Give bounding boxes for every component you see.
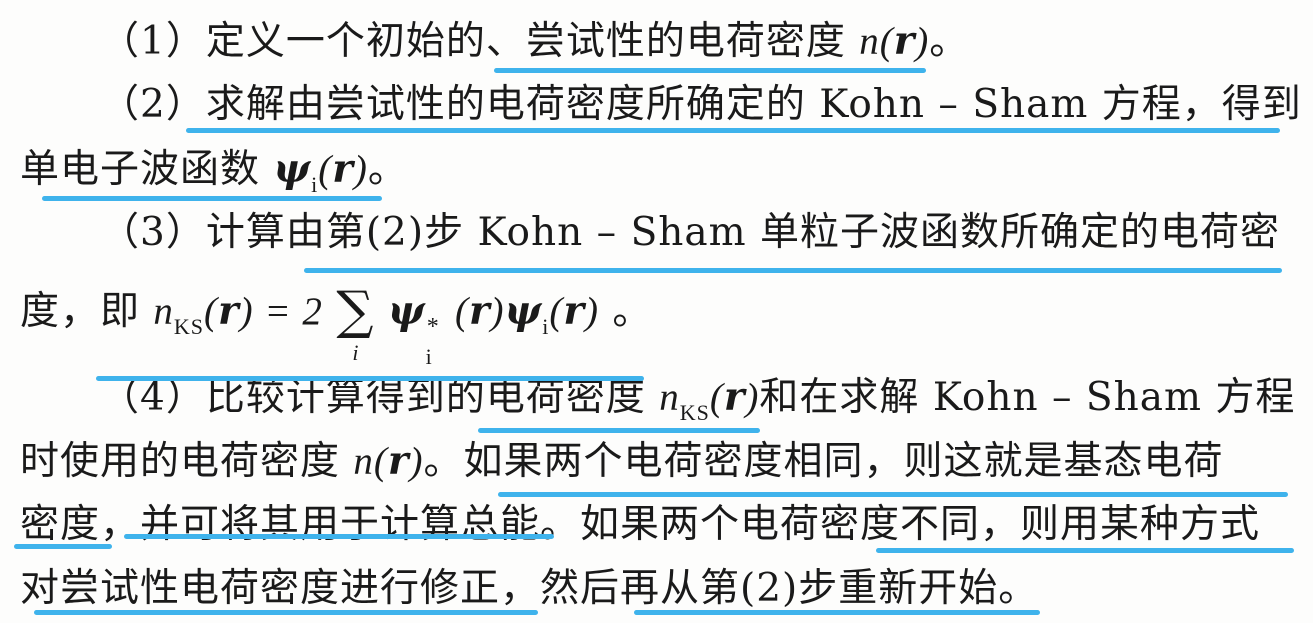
- step4-paren-close: ): [745, 376, 760, 419]
- step3-sub-i: i: [542, 314, 550, 339]
- step2-line1: （2）求解由尝试性的电荷密度所确定的 Kohn – Sham 方程，得到: [100, 80, 1302, 130]
- step4-r-symbol: r: [723, 374, 746, 420]
- step3-paren-open: (: [204, 290, 219, 333]
- step4-line1-tail: 和在求解 Kohn – Sham 方程: [759, 375, 1296, 420]
- step4-line3-text: 密度，并可将其用于计算总能。如果两个电荷密度不同，则用某种方式: [20, 502, 1261, 547]
- step3-sub-ks: KS: [173, 314, 205, 339]
- step4-r2-symbol: r: [387, 438, 410, 484]
- step3-n-symbol: n: [153, 290, 174, 333]
- step4-line4: 对尝试性电荷密度进行修正，然后再从第(2)步重新开始。: [20, 564, 1038, 614]
- step4-n2-symbol: n: [353, 440, 374, 483]
- step4-number: （4）: [100, 375, 206, 420]
- step3-paren-open-3: (: [549, 290, 564, 333]
- step3-line1: （3）计算由第(2)步 Kohn – Sham 单粒子波函数所确定的电荷密: [100, 208, 1280, 258]
- step1-paren-open: (: [879, 20, 894, 63]
- step4-line2: 时使用的电荷密度 n(r)。如果两个电荷密度相同，则这就是基态电荷: [20, 436, 1223, 487]
- step2-paren-close: ): [353, 148, 368, 191]
- highlight-underline: [34, 610, 538, 615]
- step4-paren-close-2: ): [409, 440, 424, 483]
- step4-sub-ks: KS: [679, 400, 710, 425]
- step3-sum-index: i: [352, 340, 360, 365]
- step3-psi-symbol: ψ: [504, 288, 543, 334]
- step4-line1-text: 比较计算得到的电荷密度: [205, 375, 660, 420]
- step4-paren-open-2: (: [373, 440, 388, 483]
- step3-paren-close: ): [239, 290, 254, 333]
- step3-summation: ∑ i: [336, 282, 374, 365]
- step3-equals-two: = 2: [253, 290, 323, 333]
- step3-end: 。: [612, 289, 653, 334]
- step3-r-symbol: r: [218, 288, 240, 334]
- step2-end: 。: [367, 147, 408, 192]
- highlight-underline: [304, 268, 1282, 273]
- highlight-underline: [634, 610, 1040, 615]
- step4-line2-tail: 。如果两个电荷密度相同，则这就是基态电荷: [423, 439, 1224, 484]
- step4-line4-text: 对尝试性电荷密度进行修正，然后再从第(2)步重新开始。: [20, 566, 1039, 611]
- highlight-underline: [124, 534, 554, 539]
- highlight-underline: [478, 428, 760, 433]
- highlight-underline: [876, 548, 1294, 553]
- step1-n-symbol: n: [859, 20, 880, 63]
- step2-line1-text: 求解由尝试性的电荷密度所确定的 Kohn – Sham 方程，得到: [205, 82, 1302, 127]
- step2-paren-open: (: [318, 148, 333, 191]
- step4-line2-head: 时使用的电荷密度: [20, 439, 354, 484]
- highlight-underline: [42, 196, 382, 201]
- step1-text: 定义一个初始的、尝试性的电荷密度: [205, 19, 860, 64]
- step3-number: （3）: [100, 210, 206, 255]
- step4-line3: 密度，并可将其用于计算总能。如果两个电荷密度不同，则用某种方式: [20, 500, 1260, 550]
- highlight-underline: [96, 376, 644, 381]
- textbook-page: （1）定义一个初始的、尝试性的电荷密度 n(r)。 （2）求解由尝试性的电荷密度…: [0, 0, 1313, 623]
- step1-number: （1）: [100, 19, 206, 64]
- step2-line2-text: 单电子波函数: [20, 147, 274, 192]
- step3-line2: 度，即 nKS(r) = 2 ∑ i ψ * i (r)ψi(r) 。: [20, 282, 653, 369]
- highlight-underline: [14, 544, 112, 549]
- step4-paren-open: (: [709, 376, 724, 419]
- step1-r-symbol: r: [893, 18, 916, 64]
- step3-r-symbol-2: r: [468, 288, 491, 334]
- step3-psi-star-symbol: ψ: [387, 288, 426, 334]
- step2-line2: 单电子波函数 ψi(r)。: [20, 144, 408, 200]
- highlight-underline: [186, 128, 1280, 133]
- step2-psi-symbol: ψ: [273, 146, 312, 192]
- step4-n-symbol: n: [659, 376, 680, 419]
- step3-r-symbol-3: r: [563, 288, 585, 334]
- highlight-underline: [498, 492, 1288, 497]
- highlight-underline: [494, 68, 926, 73]
- step3-paren-open-2: (: [454, 290, 469, 333]
- step3-paren-close-2: ): [490, 290, 505, 333]
- step1-end: 。: [929, 19, 970, 64]
- step3-line2-text: 度，即: [20, 289, 154, 334]
- step1-line: （1）定义一个初始的、尝试性的电荷密度 n(r)。: [100, 16, 969, 67]
- step2-r-symbol: r: [332, 146, 354, 192]
- step2-sub-i: i: [311, 172, 319, 197]
- step3-line1-text: 计算由第(2)步 Kohn – Sham 单粒子波函数所确定的电荷密: [205, 210, 1281, 255]
- step1-paren-close: ): [915, 20, 930, 63]
- step3-paren-close-3: ): [584, 290, 599, 333]
- step2-number: （2）: [100, 82, 206, 127]
